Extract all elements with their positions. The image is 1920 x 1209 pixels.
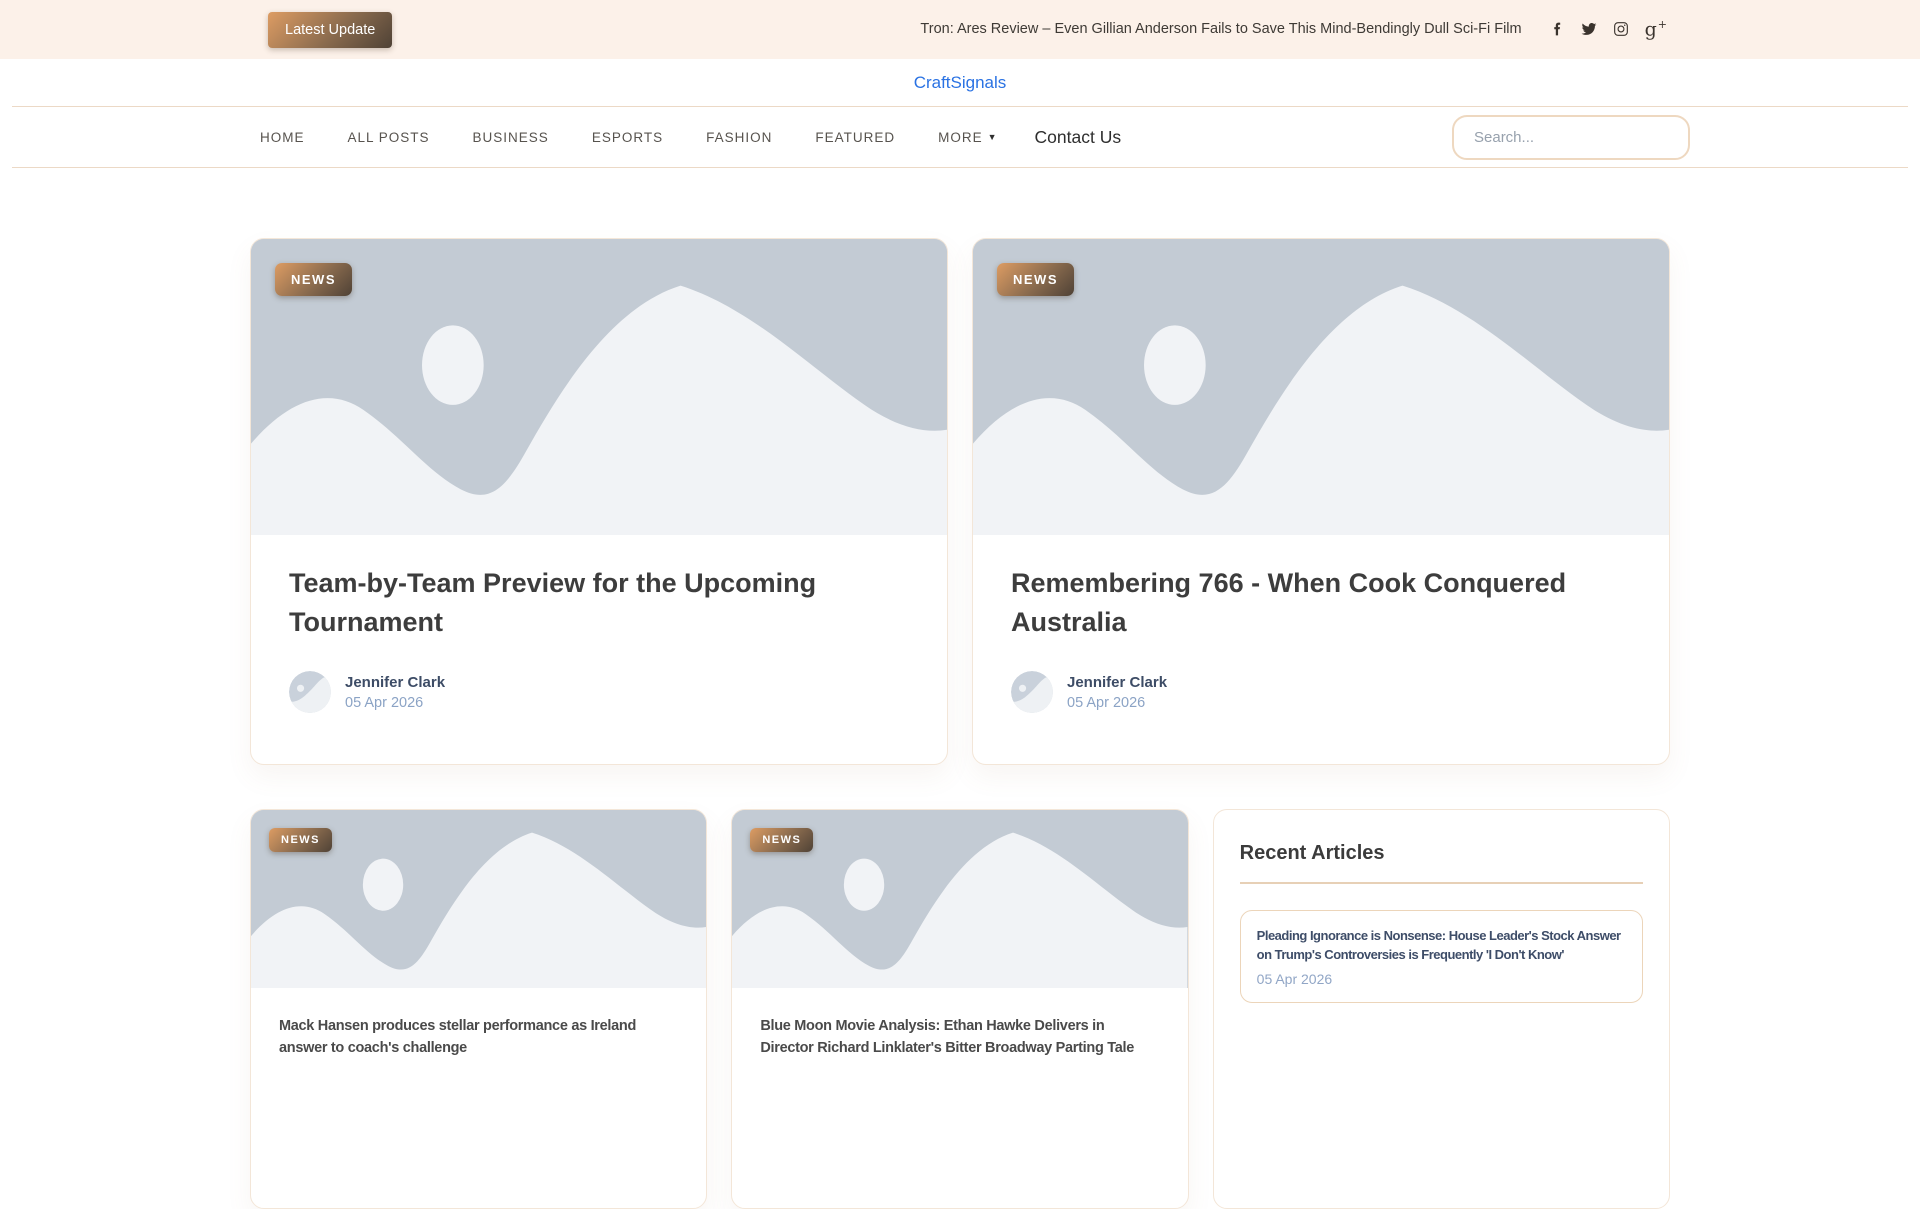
divider: [1239, 882, 1643, 884]
nav-item-esports[interactable]: ESPORTS: [592, 130, 663, 145]
author-avatar: [289, 671, 331, 713]
recent-articles-heading: Recent Articles: [1239, 842, 1385, 864]
google-plus-icon[interactable]: g+: [1645, 19, 1667, 39]
recent-article-item[interactable]: Pleading Ignorance is Nonsense: House Le…: [1239, 910, 1643, 1003]
recent-articles-panel: Recent Articles Pleading Ignorance is No…: [1212, 809, 1670, 1209]
instagram-icon[interactable]: [1613, 21, 1629, 37]
twitter-icon[interactable]: [1581, 21, 1597, 37]
nav-item-more[interactable]: MORE ▼: [938, 130, 997, 145]
nav-item-featured[interactable]: FEATURED: [815, 130, 895, 145]
post-date: 05 Apr 2026: [1067, 694, 1146, 711]
search-input[interactable]: [1452, 114, 1690, 160]
featured-post-card[interactable]: NEWS Remembering 766 - When Cook Conquer…: [972, 238, 1670, 765]
post-date: 05 Apr 2026: [345, 694, 424, 711]
social-links: g+: [1549, 19, 1667, 39]
secondary-post-card[interactable]: NEWS Blue Moon Movie Analysis: Ethan Haw…: [731, 809, 1189, 1209]
main-content: NEWS Team-by-Team Preview for the Upcomi…: [250, 238, 1670, 1209]
post-title[interactable]: Team-by-Team Preview for the Upcoming To…: [289, 564, 909, 642]
nav-item-home[interactable]: HOME: [260, 130, 305, 145]
secondary-post-card[interactable]: NEWS Mack Hansen produces stellar perfor…: [250, 809, 708, 1209]
post-title[interactable]: Remembering 766 - When Cook Conquered Au…: [1011, 564, 1631, 642]
nav-item-business[interactable]: BUSINESS: [473, 130, 549, 145]
post-image-placeholder: NEWS: [973, 239, 1669, 535]
author-name[interactable]: Jennifer Clark: [345, 674, 445, 691]
author-name[interactable]: Jennifer Clark: [1067, 674, 1167, 691]
post-image-placeholder: NEWS: [732, 810, 1188, 988]
recent-article-date: 05 Apr 2026: [1256, 971, 1333, 987]
featured-post-card[interactable]: NEWS Team-by-Team Preview for the Upcomi…: [250, 238, 948, 765]
main-nav: HOME ALL POSTS BUSINESS ESPORTS FASHION …: [12, 106, 1908, 168]
site-header: CraftSignals: [0, 59, 1920, 106]
post-title[interactable]: Mack Hansen produces stellar performance…: [279, 1015, 678, 1059]
ticker-headline[interactable]: Tron: Ares Review – Even Gillian Anderso…: [920, 21, 1521, 37]
top-bar: Latest Update Tron: Ares Review – Even G…: [0, 0, 1920, 59]
post-image-placeholder: NEWS: [251, 810, 707, 988]
nav-item-fashion[interactable]: FASHION: [706, 130, 772, 145]
category-badge-news[interactable]: NEWS: [269, 828, 332, 852]
post-title[interactable]: Blue Moon Movie Analysis: Ethan Hawke De…: [760, 1015, 1159, 1059]
post-image-placeholder: NEWS: [251, 239, 947, 535]
category-badge-news[interactable]: NEWS: [750, 828, 814, 852]
nav-item-all-posts[interactable]: ALL POSTS: [348, 130, 430, 145]
author-avatar: [1011, 671, 1053, 713]
category-badge-news[interactable]: NEWS: [997, 263, 1074, 296]
nav-more-label: MORE: [938, 129, 983, 145]
category-badge-news[interactable]: NEWS: [275, 263, 352, 296]
image-placeholder-graphic: [973, 239, 1669, 535]
latest-update-button[interactable]: Latest Update: [268, 11, 393, 48]
image-placeholder-graphic: [251, 239, 947, 535]
chevron-down-icon: ▼: [987, 131, 998, 142]
nav-item-contact-us[interactable]: Contact Us: [1035, 127, 1122, 148]
recent-article-title[interactable]: Pleading Ignorance is Nonsense: House Le…: [1257, 926, 1626, 964]
site-logo[interactable]: CraftSignals: [914, 73, 1007, 93]
facebook-icon[interactable]: [1549, 21, 1565, 37]
